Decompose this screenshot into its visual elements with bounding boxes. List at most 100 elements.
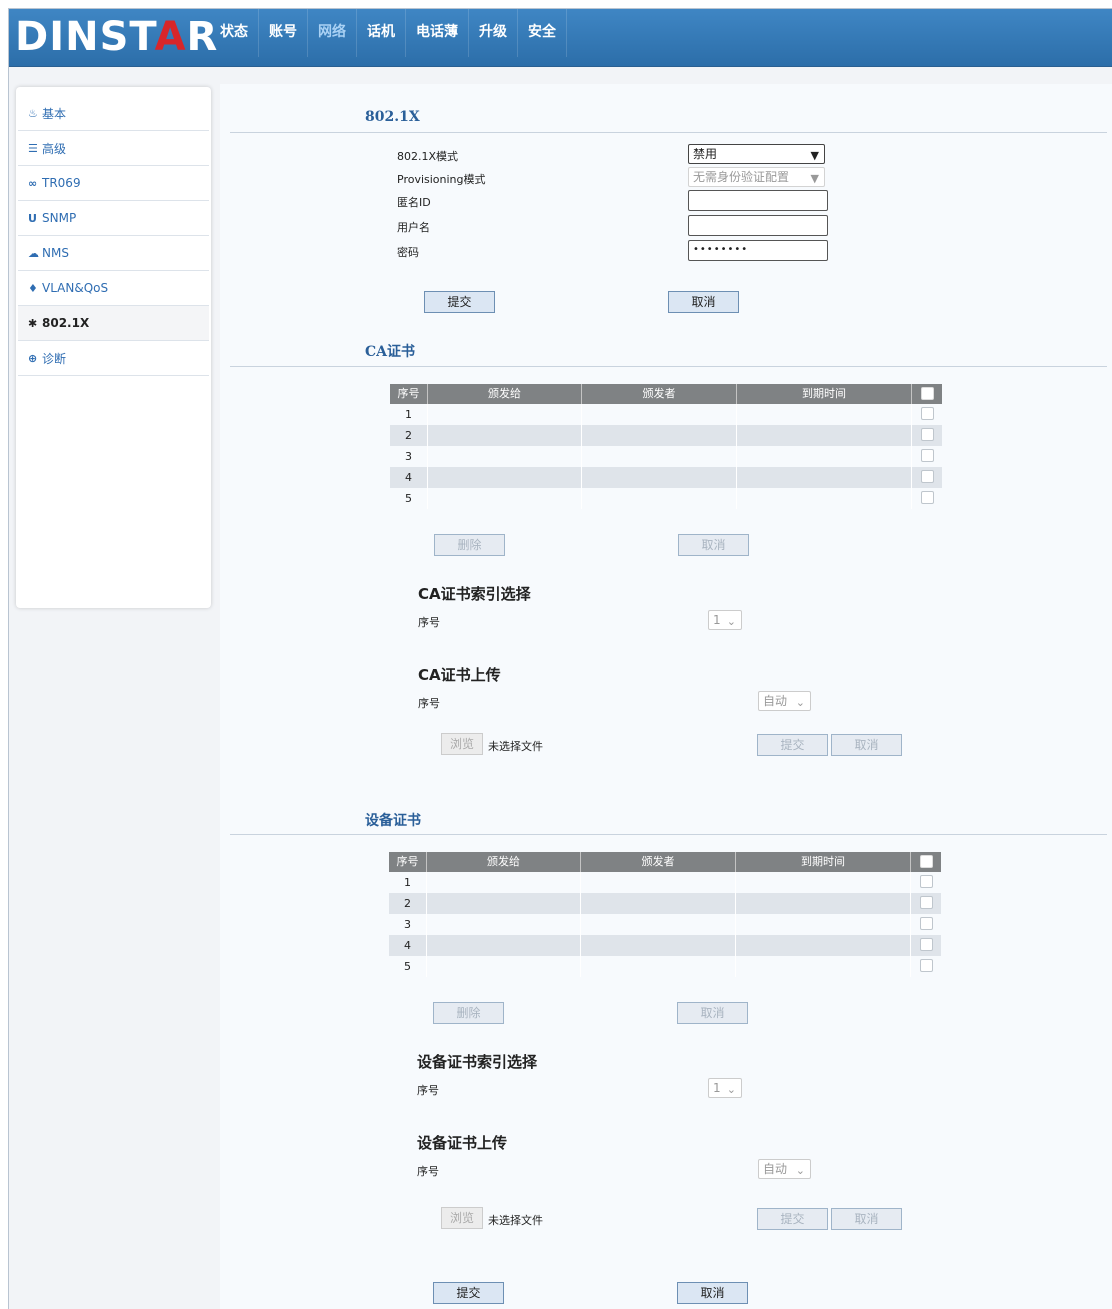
col-issued-to: 颁发给 — [427, 852, 581, 872]
sidebar-item-vlan-qos[interactable]: ♦ VLAN&QoS — [18, 271, 209, 306]
nav-upgrade[interactable]: 升级 — [469, 9, 518, 57]
magnet-icon: U — [28, 211, 37, 225]
main-nav: 状态 账号 网络 话机 电话薄 升级 安全 — [210, 9, 567, 57]
nav-status[interactable]: 状态 — [210, 9, 259, 57]
col-index: 序号 — [389, 852, 427, 872]
row-checkbox[interactable] — [921, 449, 934, 462]
mode-select[interactable]: 禁用 ▼ — [688, 144, 825, 164]
row-index: 1 — [389, 872, 427, 893]
device-index-title: 设备证书索引选择 — [417, 1053, 538, 1071]
ca-index-select[interactable]: 1 ⌄ — [708, 610, 742, 630]
device-upload-submit-button[interactable]: 提交 — [757, 1208, 828, 1230]
ca-cancel-button[interactable]: 取消 — [678, 534, 749, 556]
table-row: 3 — [389, 914, 941, 935]
device-delete-button[interactable]: 删除 — [433, 1002, 504, 1024]
col-expiry: 到期时间 — [736, 852, 911, 872]
nav-account[interactable]: 账号 — [259, 9, 308, 57]
ca-upload-select[interactable]: 自动 ⌄ — [758, 691, 811, 711]
cloud-icon: ☁ — [28, 246, 39, 260]
sidebar-item-snmp[interactable]: U SNMP — [18, 201, 209, 236]
table-row: 5 — [390, 488, 942, 509]
device-cancel-button[interactable]: 取消 — [677, 1002, 748, 1024]
table-row: 5 — [389, 956, 941, 977]
cancel-button[interactable]: 取消 — [668, 291, 739, 313]
provisioning-select[interactable]: 无需身份验证配置 ▼ — [688, 167, 825, 187]
section-title-ca: CA证书 — [365, 344, 416, 360]
password-label: 密码 — [397, 246, 419, 259]
sidebar-item-basic[interactable]: ♨ 基本 — [18, 96, 209, 131]
ca-delete-button[interactable]: 删除 — [434, 534, 505, 556]
username-label: 用户名 — [397, 221, 430, 234]
device-upload-cancel-button[interactable]: 取消 — [831, 1208, 902, 1230]
divider — [230, 834, 1107, 835]
row-index: 5 — [389, 956, 427, 977]
page-submit-button[interactable]: 提交 — [433, 1282, 504, 1304]
row-checkbox[interactable] — [920, 938, 933, 951]
chevron-down-icon: ▼ — [810, 172, 819, 185]
ca-upload-submit-button[interactable]: 提交 — [757, 734, 828, 756]
row-checkbox[interactable] — [921, 470, 934, 483]
row-checkbox[interactable] — [920, 875, 933, 888]
provisioning-select-value: 无需身份验证配置 — [693, 170, 790, 184]
mode-select-value: 禁用 — [693, 147, 718, 161]
row-checkbox[interactable] — [920, 959, 933, 972]
select-all-checkbox[interactable] — [920, 855, 933, 868]
sidebar-item-label: SNMP — [42, 211, 77, 225]
row-checkbox[interactable] — [921, 428, 934, 441]
row-checkbox[interactable] — [921, 407, 934, 420]
list-icon: ☰ — [28, 141, 38, 155]
chevron-down-icon: ⌄ — [795, 1164, 805, 1177]
nav-security[interactable]: 安全 — [518, 9, 567, 57]
asterisk-icon: ✱ — [28, 316, 38, 330]
password-input[interactable]: •••••••• — [688, 240, 828, 261]
row-checkbox[interactable] — [921, 491, 934, 504]
row-index: 5 — [390, 488, 428, 509]
app-frame: DINSTAR 状态 账号 网络 话机 电话薄 升级 安全 ♨ 基本 ☰ 高级 ∞ T… — [8, 8, 1112, 1309]
ca-index-select-value: 1 — [713, 613, 721, 627]
sidebar-item-diagnose[interactable]: ⊕ 诊断 — [18, 341, 209, 376]
sidebar-item-8021x[interactable]: ✱ 802.1X — [18, 306, 209, 341]
zoom-icon: ⊕ — [28, 351, 38, 365]
row-index: 3 — [390, 446, 428, 467]
nav-phone[interactable]: 话机 — [357, 9, 406, 57]
col-issued-to: 颁发给 — [428, 384, 582, 404]
username-input[interactable] — [688, 215, 828, 236]
table-row: 1 — [389, 872, 941, 893]
ca-upload-cancel-button[interactable]: 取消 — [831, 734, 902, 756]
sidebar-item-tr069[interactable]: ∞ TR069 — [18, 166, 209, 201]
nav-phonebook[interactable]: 电话薄 — [406, 9, 469, 57]
sidebar-item-label: VLAN&QoS — [42, 281, 109, 295]
table-row: 4 — [389, 935, 941, 956]
row-index: 1 — [390, 404, 428, 425]
sidebar-item-label: 基本 — [42, 106, 67, 121]
section-title-8021x: 802.1X — [365, 109, 420, 125]
table-row: 2 — [390, 425, 942, 446]
device-index-label: 序号 — [417, 1084, 439, 1097]
device-cert-table: 序号 颁发给 颁发者 到期时间 1 2 3 4 5 — [389, 852, 941, 977]
page-cancel-button[interactable]: 取消 — [677, 1282, 748, 1304]
device-upload-select-value: 自动 — [763, 1162, 788, 1176]
row-checkbox[interactable] — [920, 896, 933, 909]
main-content: 802.1X 802.1X模式 禁用 ▼ Provisioning模式 无需身份验… — [220, 84, 1112, 1309]
row-checkbox[interactable] — [920, 917, 933, 930]
anon-id-label: 匿名ID — [397, 196, 431, 209]
sidebar-item-nms[interactable]: ☁ NMS — [18, 236, 209, 271]
pin-icon: ♦ — [28, 281, 38, 295]
ca-browse-button[interactable]: 浏览 — [441, 733, 483, 755]
device-upload-label: 序号 — [417, 1165, 439, 1178]
ca-no-file-text: 未选择文件 — [488, 740, 543, 753]
device-browse-button[interactable]: 浏览 — [441, 1207, 483, 1229]
device-upload-select[interactable]: 自动 ⌄ — [758, 1159, 811, 1179]
device-index-select[interactable]: 1 ⌄ — [708, 1078, 742, 1098]
chevron-down-icon: ▼ — [810, 149, 819, 162]
sidebar-item-label: TR069 — [42, 176, 81, 190]
anon-id-input[interactable] — [688, 190, 828, 211]
sidebar-item-advanced[interactable]: ☰ 高级 — [18, 131, 209, 166]
nav-network[interactable]: 网络 — [308, 9, 357, 57]
submit-button[interactable]: 提交 — [424, 291, 495, 313]
device-upload-title: 设备证书上传 — [417, 1134, 508, 1152]
select-all-checkbox[interactable] — [921, 387, 934, 400]
device-no-file-text: 未选择文件 — [488, 1214, 543, 1227]
row-index: 2 — [389, 893, 427, 914]
table-row: 4 — [390, 467, 942, 488]
